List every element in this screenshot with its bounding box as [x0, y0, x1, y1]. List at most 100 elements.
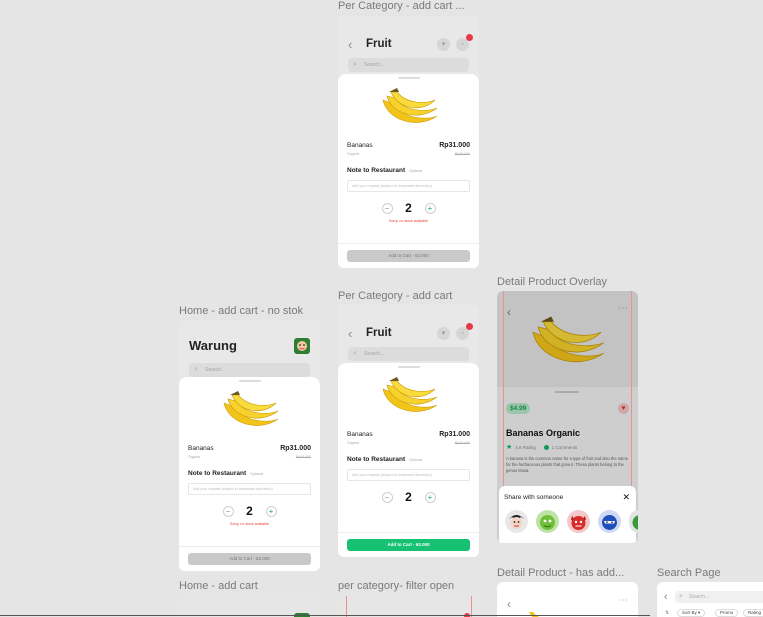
- filter-icon[interactable]: ⇅: [665, 610, 669, 616]
- contact-avatar[interactable]: [536, 510, 559, 533]
- old-price: Rp34.000: [295, 455, 311, 459]
- product-price: Rp31.000: [439, 142, 470, 149]
- frame-label: Home - add cart: [179, 580, 258, 592]
- product-subtitle: Organic: [347, 152, 360, 156]
- frame-label: Search Page: [657, 567, 721, 579]
- page-title: Fruit: [366, 327, 392, 339]
- old-price: Rp34.000: [454, 152, 470, 156]
- product-row: Bananas Rp31.000: [347, 142, 470, 149]
- monster-avatar-icon: [540, 515, 555, 530]
- minus-button[interactable]: −: [381, 202, 393, 214]
- product-row: Bananas Rp31.000: [347, 431, 470, 438]
- share-sheet: Share with someone ✕: [499, 486, 638, 543]
- back-icon[interactable]: ‹: [664, 591, 668, 603]
- product-sheet: Bananas Rp31.000 Organic Rp34.000 Note t…: [179, 377, 320, 571]
- frame-detail-overlay: ‹ ⋯ $4.99 ♥ Bananas Organic ★ 4.8 Rating…: [497, 291, 638, 543]
- vampire-avatar-icon: [509, 515, 524, 529]
- product-price: Rp31.000: [280, 445, 311, 452]
- cart-icon[interactable]: ▫: [456, 33, 473, 51]
- banana-image: [382, 377, 437, 412]
- back-icon[interactable]: ‹: [348, 37, 362, 52]
- app-title: Warung: [189, 338, 237, 353]
- search-placeholder: Search...: [364, 62, 385, 68]
- search-icon: ⌕: [194, 366, 198, 373]
- frame-home-add-cart: [179, 596, 320, 617]
- note-row: Note to Restaurant Optional: [347, 456, 422, 463]
- plus-button[interactable]: +: [265, 505, 277, 517]
- note-field[interactable]: Add your request (subject to restaurant …: [347, 180, 470, 192]
- frame-search-page: ‹ ⌕ Search... ⇅ Sort By ▾ Promo Rating: [657, 582, 763, 617]
- frame-label: Per Category - add cart: [338, 290, 453, 302]
- frame-category-add-cart: ‹ Fruit ▾ ▫ ⌕ Search... Bananas Rp31.000…: [338, 305, 479, 557]
- search-input[interactable]: ⌕ Search...: [675, 591, 763, 603]
- search-input[interactable]: ⌕ Search...: [348, 58, 469, 72]
- add-to-cart-button[interactable]: Add to Cart - 62.000: [347, 250, 470, 262]
- filter-icon[interactable]: ▾: [437, 37, 450, 51]
- quantity-value: 2: [405, 490, 412, 504]
- back-icon[interactable]: ‹: [348, 326, 362, 341]
- banana-image: [223, 391, 278, 426]
- note-title: Note to Restaurant: [188, 470, 247, 477]
- stock-error: Sorry, no stock available: [389, 219, 428, 223]
- filter-icon[interactable]: ▾: [437, 326, 450, 340]
- add-to-cart-button[interactable]: Add to Cart - 62.000: [188, 553, 311, 565]
- layout-guide: [471, 596, 472, 617]
- quantity-stepper: − 2 +: [381, 490, 436, 504]
- frame-label: Detail Product - has add...: [497, 567, 625, 579]
- rating-chip[interactable]: Rating: [743, 609, 763, 617]
- cart-icon[interactable]: ▫: [456, 322, 473, 340]
- quantity-value: 2: [246, 504, 253, 518]
- search-input[interactable]: ⌕ Search...: [348, 347, 469, 361]
- note-optional: Optional: [250, 472, 264, 476]
- note-field[interactable]: Add your request (subject to restaurant …: [188, 483, 311, 495]
- product-name: Bananas: [188, 445, 214, 452]
- avatar[interactable]: [294, 338, 310, 354]
- frame-home-no-stock: Warung ⌕ Search... Bananas Rp31.000 Orga…: [179, 320, 320, 571]
- search-placeholder: Search...: [689, 594, 710, 600]
- quantity-value: 2: [405, 201, 412, 215]
- old-price: Rp34.000: [454, 441, 470, 445]
- plus-button[interactable]: +: [424, 491, 436, 503]
- contact-avatar[interactable]: [505, 510, 528, 533]
- back-icon[interactable]: ‹: [507, 597, 511, 611]
- search-icon: ⌕: [353, 350, 357, 357]
- quantity-stepper: − 2 +: [222, 504, 277, 518]
- minus-button[interactable]: −: [222, 505, 234, 517]
- product-name: Bananas: [347, 142, 373, 149]
- note-title: Note to Restaurant: [347, 456, 406, 463]
- share-contacts: [505, 510, 638, 533]
- frame-label: Per Category - add cart ...: [338, 0, 465, 12]
- add-to-cart-button[interactable]: Add to Cart - 62.000: [347, 539, 470, 551]
- frame-label: Detail Product Overlay: [497, 276, 608, 288]
- product-subtitle: Organic: [347, 441, 360, 445]
- product-subtitle: Organic: [188, 455, 201, 459]
- contact-avatar[interactable]: [598, 510, 621, 533]
- divider: [338, 243, 479, 244]
- note-row: Note to Restaurant Optional: [188, 470, 263, 477]
- note-field[interactable]: Add your request (subject to restaurant …: [347, 469, 470, 481]
- search-input[interactable]: ⌕ Search...: [189, 363, 310, 377]
- canvas-divider: [0, 615, 650, 616]
- frame-label: per category- filter open: [338, 580, 455, 592]
- sort-label: Sort By: [682, 610, 697, 615]
- sheet-handle[interactable]: [397, 77, 420, 79]
- contact-avatar[interactable]: [629, 510, 638, 533]
- header: ‹ Fruit ▾ ▫: [348, 322, 473, 343]
- plus-button[interactable]: +: [424, 202, 436, 214]
- avatar-face-icon: [297, 341, 307, 351]
- close-icon[interactable]: ✕: [622, 492, 630, 503]
- contact-avatar[interactable]: [567, 510, 590, 533]
- share-icon[interactable]: ⋯: [618, 595, 628, 606]
- search-icon: ⌕: [353, 61, 357, 68]
- product-row: Bananas Rp31.000: [188, 445, 311, 452]
- sort-chip[interactable]: Sort By ▾: [677, 609, 706, 617]
- sheet-handle[interactable]: [397, 366, 420, 368]
- sheet-handle[interactable]: [238, 380, 261, 382]
- product-sub-row: Organic Rp34.000: [347, 441, 470, 445]
- promo-chip[interactable]: Promo: [715, 609, 739, 617]
- share-title: Share with someone: [504, 494, 564, 501]
- minus-button[interactable]: −: [381, 491, 393, 503]
- search-placeholder: Search...: [364, 351, 385, 357]
- product-sheet: Bananas Rp31.000 Organic Rp34.000 Note t…: [338, 74, 479, 268]
- note-row: Note to Restaurant Optional: [347, 167, 422, 174]
